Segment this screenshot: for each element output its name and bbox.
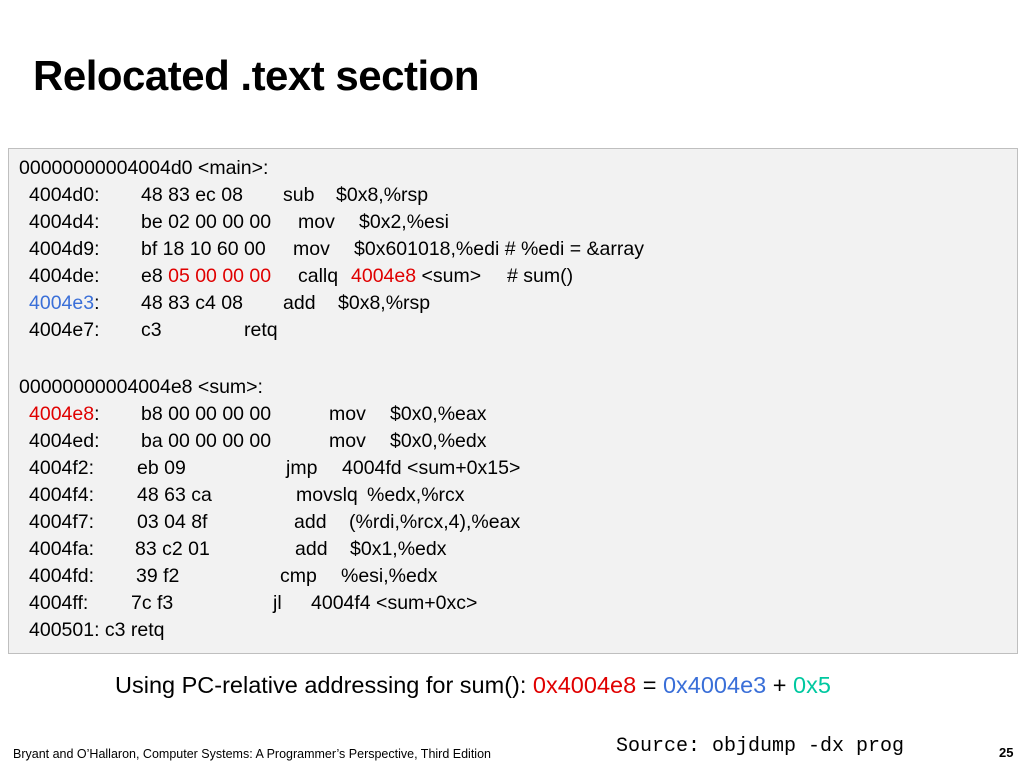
instr-mnemonic: callq — [298, 265, 339, 287]
function-header-main: 00000000004004d0 <main>: — [19, 157, 269, 179]
code-line: 4004d9: bf 18 10 60 00 mov $0x601018,%ed… — [9, 236, 1009, 263]
instr-address: 4004e7: — [29, 319, 100, 341]
caption-equals: = — [642, 672, 657, 698]
instr-mnemonic: mov — [293, 238, 330, 260]
instr-mnemonic: retq — [244, 319, 278, 341]
instr-bytes: 48 83 ec 08 — [141, 184, 243, 206]
instr-mnemonic: mov — [329, 430, 366, 452]
instr-bytes: 39 f2 — [136, 565, 180, 587]
instr-address: 4004fa: — [29, 538, 95, 560]
instr-address: 4004ff: — [29, 592, 89, 614]
next-pc-address: 4004e3 — [29, 292, 95, 314]
footer-credit: Bryant and O’Hallaron, Computer Systems:… — [13, 747, 491, 761]
instr-address: 4004d4: — [29, 211, 100, 233]
instr-mnemonic: sub — [283, 184, 315, 206]
instr-operands: 4004f4 <sum+0xc> — [311, 592, 478, 614]
instr-bytes: 03 04 8f — [137, 511, 208, 533]
instr-address: 4004e8: — [29, 401, 100, 428]
code-line: 4004e7: c3 retq — [9, 317, 1009, 344]
instr-bytes: 7c f3 — [131, 592, 174, 614]
instr-mnemonic: add — [295, 538, 328, 560]
code-line: 4004f2: eb 09 jmp 4004fd <sum+0x15> — [9, 455, 1009, 482]
instr-bytes: eb 09 — [137, 457, 186, 479]
disassembly-listing: 00000000004004d0 <main>: 4004d0: 48 83 e… — [8, 148, 1018, 654]
code-line-sum-entry: 4004e8: b8 00 00 00 00 mov $0x0,%eax — [9, 401, 1009, 428]
instr-bytes: bf 18 10 60 00 — [141, 238, 266, 260]
instr-bytes: b8 00 00 00 00 — [141, 403, 272, 425]
page-number: 25 — [999, 745, 1014, 760]
address-colon: : — [94, 403, 100, 425]
instr-opcode-byte: e8 — [141, 265, 169, 287]
instr-bytes: ba 00 00 00 00 — [141, 430, 272, 452]
instr-mnemonic: mov — [298, 211, 335, 233]
caption-target-address: 0x4004e8 — [532, 672, 637, 698]
instr-operands: $0x2,%esi — [359, 211, 449, 233]
sum-entry-address: 4004e8 — [29, 403, 95, 425]
code-line: 4004fa: 83 c2 01 add $0x1,%edx — [9, 536, 1009, 563]
code-line-next-pc: 4004e3: 48 83 c4 08 add $0x8,%rsp — [9, 290, 1009, 317]
caption-text: Using PC-relative addressing for sum(): — [115, 672, 527, 698]
instr-address: 4004d9: — [29, 238, 100, 260]
instr-operands: $0x0,%edx — [390, 430, 487, 452]
instr-mnemonic: mov — [329, 403, 366, 425]
instr-comment: # sum() — [507, 265, 574, 287]
instr-mnemonic: add — [283, 292, 316, 314]
relocated-offset-bytes: 05 00 00 00 — [168, 265, 272, 287]
function-header-sum: 00000000004004e8 <sum>: — [19, 376, 263, 398]
instr-address: 4004de: — [29, 265, 100, 287]
pc-relative-caption: Using PC-relative addressing for sum(): … — [115, 672, 831, 699]
instr-bytes: 83 c2 01 — [135, 538, 210, 560]
instr-mnemonic: add — [294, 511, 327, 533]
instr-operands: %edx,%rcx — [367, 484, 465, 506]
call-target-symbol: <sum> — [416, 265, 482, 287]
instr-operands: $0x1,%edx — [350, 538, 447, 560]
instr-bytes: be 02 00 00 00 — [141, 211, 272, 233]
instr-mnemonic: jl — [273, 592, 282, 614]
instr-bytes: 48 83 c4 08 — [141, 292, 243, 314]
code-line: 4004f7: 03 04 8f add (%rdi,%rcx,4),%eax — [9, 509, 1009, 536]
instr-address: 4004ed: — [29, 430, 100, 452]
instr-operands: $0x601018,%edi # %edi = &array — [354, 238, 644, 260]
instr-mnemonic: movslq — [296, 484, 358, 506]
code-line: 4004ed: ba 00 00 00 00 mov $0x0,%edx — [9, 428, 1009, 455]
code-line: 400501: c3 retq — [29, 619, 165, 641]
slide-title: Relocated .text section — [33, 52, 479, 99]
instr-address: 4004e3: — [29, 290, 100, 317]
code-line: 4004d0: 48 83 ec 08 sub $0x8,%rsp — [9, 182, 1009, 209]
instr-address: 4004d0: — [29, 184, 100, 206]
call-target-address: 4004e8 — [351, 265, 417, 287]
instr-operands: $0x0,%eax — [390, 403, 487, 425]
instr-bytes: 48 63 ca — [137, 484, 212, 506]
instr-operands: (%rdi,%rcx,4),%eax — [349, 511, 521, 533]
instr-operands: $0x8,%rsp — [338, 292, 431, 314]
code-line: 4004d4: be 02 00 00 00 mov $0x2,%esi — [9, 209, 1009, 236]
instr-address: 4004fd: — [29, 565, 95, 587]
code-line: 4004fd: 39 f2 cmp %esi,%edx — [9, 563, 1009, 590]
instr-address: 4004f7: — [29, 511, 95, 533]
caption-pc-address: 0x4004e3 — [662, 672, 767, 698]
caption-offset: 0x5 — [793, 672, 831, 698]
instr-operands: 4004e8 <sum> — [351, 263, 481, 290]
instr-address: 4004f4: — [29, 484, 95, 506]
instr-bytes: c3 — [141, 319, 162, 341]
instr-mnemonic: jmp — [286, 457, 318, 479]
source-note: Source: objdump -dx prog — [616, 735, 905, 758]
instr-bytes: e8 05 00 00 00 — [141, 263, 271, 290]
address-colon: : — [94, 292, 100, 314]
caption-plus: + — [772, 672, 787, 698]
instr-address: 4004f2: — [29, 457, 95, 479]
instr-operands: 4004fd <sum+0x15> — [342, 457, 521, 479]
code-line-call-sum: 4004de: e8 05 00 00 00 callq 4004e8 <sum… — [9, 263, 1009, 290]
code-line: 4004ff: 7c f3 jl 4004f4 <sum+0xc> — [9, 590, 1009, 617]
instr-operands: $0x8,%rsp — [336, 184, 429, 206]
code-line: 4004f4: 48 63 ca movslq %edx,%rcx — [9, 482, 1009, 509]
instr-operands: %esi,%edx — [341, 565, 438, 587]
instr-mnemonic: cmp — [280, 565, 317, 587]
